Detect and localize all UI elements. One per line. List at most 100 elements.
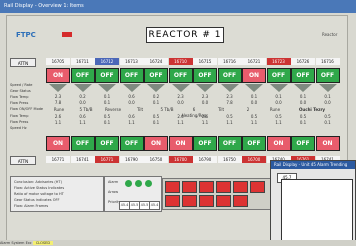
row-label-5: Flow Temp	[10, 114, 29, 118]
alarm-cell[interactable]	[182, 181, 197, 193]
mode-label-7: 2	[246, 107, 250, 112]
mode-label-2: Reverse	[104, 107, 122, 112]
status-dot-icon	[125, 180, 132, 187]
mid-row-1-cell: 1.1	[79, 120, 86, 125]
alarm-cell[interactable]	[165, 195, 180, 207]
mid-row-1-cell: 0.1	[152, 120, 160, 125]
popup-window: Rail Display - Unit 45 Alarm Trending 45…	[270, 160, 356, 246]
top-header-1: 16711	[70, 58, 95, 65]
top-indicator-8[interactable]: ON	[242, 68, 266, 83]
status-dot-icon	[135, 180, 142, 187]
mid-row-1-cell: 0.1	[103, 120, 111, 125]
valve-icon	[98, 84, 116, 92]
mode-emphasis-label: Ouchi Tezry	[298, 107, 326, 112]
bottom-indicator-9[interactable]: ON	[266, 136, 291, 151]
bottom-indicator-2[interactable]: OFF	[95, 136, 119, 151]
bottom-indicator-5[interactable]: ON	[168, 136, 193, 151]
app-logo: FTPC	[16, 31, 36, 39]
bottom-header-1: 16741	[70, 156, 95, 163]
alarm-cell[interactable]	[199, 195, 214, 207]
top-indicator-1[interactable]: OFF	[70, 68, 95, 83]
attn-button-top[interactable]: ATTN	[10, 58, 36, 67]
mid-row-1-cell: 1.1	[275, 120, 282, 125]
attn-button-bottom[interactable]: ATTN	[10, 156, 36, 165]
bottom-indicator-10[interactable]: OFF	[291, 136, 315, 151]
bottom-indicator-8[interactable]: OFF	[242, 136, 266, 151]
top-header-8: 16721	[242, 58, 266, 65]
bottom-header-3: 16790	[119, 156, 144, 163]
alarm-cell[interactable]	[250, 181, 265, 193]
bottom-header-6: 16790	[193, 156, 217, 163]
reactor-title: REACTOR # 1	[146, 27, 224, 43]
top-indicator-0[interactable]: ON	[46, 68, 70, 83]
bottom-header-7: 16750	[217, 156, 242, 163]
top-indicator-3[interactable]: OFF	[119, 68, 144, 83]
top-indicator-10[interactable]: OFF	[291, 68, 315, 83]
mid-row-1-cell: 1.1	[128, 120, 135, 125]
top-header-7: 16716	[217, 58, 242, 65]
mode-label-1: 5 Tb/B	[79, 107, 93, 112]
valve-icon	[171, 84, 190, 92]
mode-label-4: 5 Tb/B	[160, 107, 174, 112]
top-indicator-11[interactable]: OFF	[315, 68, 340, 83]
top-header-0: 16705	[46, 58, 70, 65]
row-label-1: Gear Status	[10, 89, 31, 93]
top-indicator-4[interactable]: OFF	[144, 68, 168, 83]
bottom-header-2: 16771	[95, 156, 119, 163]
valve-icon	[294, 84, 312, 92]
bottom-indicator-1[interactable]: OFF	[70, 136, 95, 151]
mid-row-1-cell: 0.1	[324, 120, 331, 125]
bottom-indicator-7[interactable]: OFF	[217, 136, 242, 151]
bottom-indicator-6[interactable]: OFF	[193, 136, 217, 151]
row-label-4: Flow ON/OFF Mode	[10, 107, 44, 111]
valve-icon	[245, 84, 263, 92]
bottom-indicator-11[interactable]: ON	[315, 136, 340, 151]
row-label-6: Flow Press	[10, 120, 29, 124]
top-indicator-9[interactable]: OFF	[266, 68, 291, 83]
header-right-label: Reactor	[322, 32, 338, 37]
status-bar: Alarm System Exc CLOSED	[0, 240, 356, 246]
mode-label-3: Tilt	[136, 107, 144, 112]
alarm-grid	[162, 178, 272, 210]
row-label-2: Flow Temp	[10, 95, 29, 99]
top-header-3: 16713	[119, 58, 144, 65]
alarm-cell[interactable]	[233, 195, 248, 207]
mid-row-1-cell: 0.1	[299, 120, 307, 125]
top-indicator-5[interactable]: OFF	[168, 68, 193, 83]
top-row-1-cell: 0.0	[250, 100, 258, 105]
row-label-3: Flow Press	[10, 101, 29, 105]
top-row-1-cell: 0.0	[275, 100, 282, 105]
mid-row-1-cell: 1.1	[226, 120, 233, 125]
top-row-1-cell: 0.0	[324, 100, 331, 105]
top-indicator-2[interactable]: OFF	[95, 68, 119, 83]
top-indicator-6[interactable]: OFF	[193, 68, 217, 83]
alarm-cell[interactable]	[216, 181, 231, 193]
alarm-cell[interactable]	[182, 195, 197, 207]
status-dot-icon	[145, 180, 152, 187]
top-header-6: 16715	[193, 58, 217, 65]
valve-icon	[147, 84, 165, 92]
mid-row-1-cell: 1.1	[54, 120, 62, 125]
top-header-9: 16723	[266, 58, 291, 65]
mode-label-8: Rune	[269, 107, 281, 112]
valve-icon	[73, 84, 92, 92]
window-title: Rail Display - Overview 1: Items	[0, 0, 356, 13]
bottom-indicator-4[interactable]: ON	[144, 136, 168, 151]
alarm-cell[interactable]	[216, 195, 231, 207]
mini-label-1: Arrow	[108, 190, 119, 194]
status-highlight: CLOSED	[32, 241, 54, 245]
top-indicator-7[interactable]: OFF	[217, 68, 242, 83]
mid-row-1-cell: 1.1	[177, 120, 184, 125]
row-label-7: Speed Hz	[10, 126, 27, 130]
alarm-cell[interactable]	[165, 181, 180, 193]
top-row-1-cell: 0.1	[103, 100, 111, 105]
alarm-cell[interactable]	[199, 181, 214, 193]
bottom-indicator-3[interactable]: OFF	[119, 136, 144, 151]
top-row-1-cell: 0.0	[299, 100, 307, 105]
alarm-cell[interactable]	[233, 181, 248, 193]
mini-status-panel: Alarm Arrow Priority 45.4 45.5 45.5 45.4	[104, 176, 162, 212]
mini-label-0: Alarm	[108, 180, 119, 184]
bottom-header-5: 16700	[168, 156, 193, 163]
top-header-10: 16726	[291, 58, 315, 65]
bottom-indicator-0[interactable]: ON	[46, 136, 70, 151]
